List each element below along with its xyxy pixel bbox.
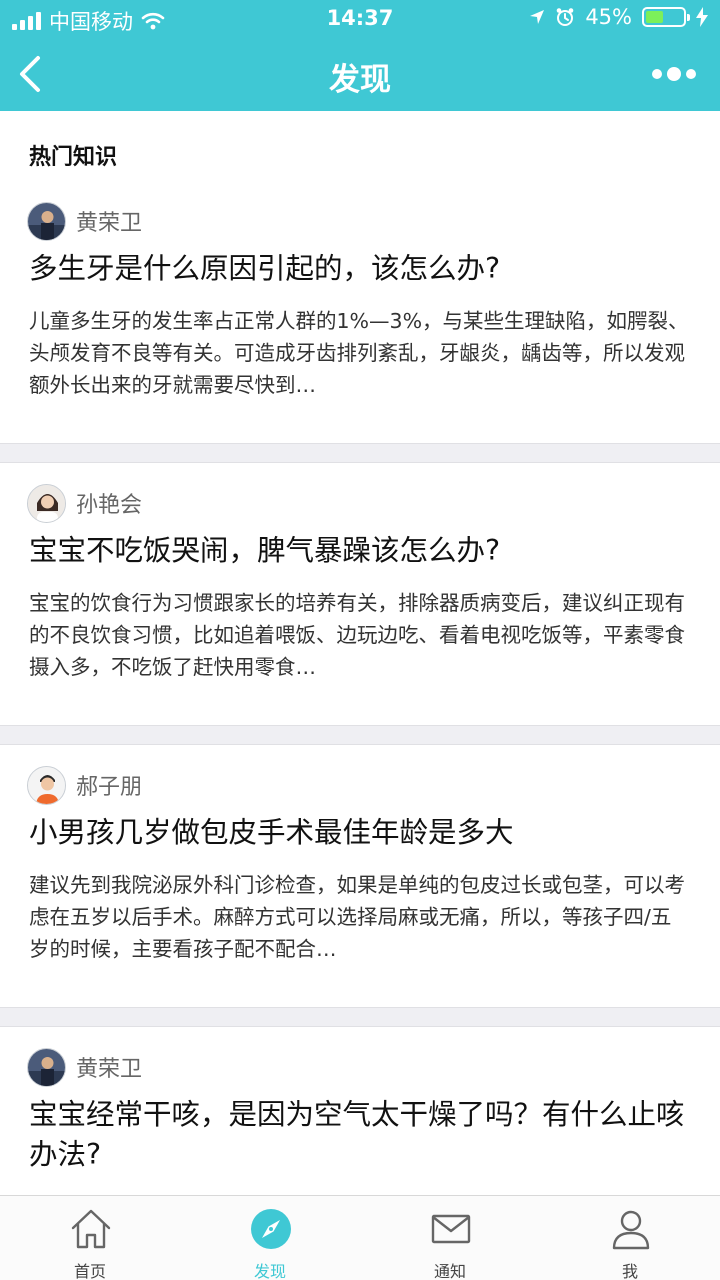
tab-label: 通知	[433, 1262, 466, 1280]
avatar[interactable]	[27, 1047, 66, 1087]
user-icon	[612, 1210, 650, 1250]
page-title: 发现	[329, 62, 391, 98]
article-title[interactable]: 多生牙是什么原因引起的，该怎么办?	[29, 249, 691, 289]
article-title[interactable]: 宝宝经常干咳，是因为空气太干燥了吗？有什么止咳办法?	[29, 1095, 691, 1175]
status-bar: 中国移动 14:37 45%	[0, 0, 720, 40]
author-row: 孙艳会	[27, 483, 142, 523]
tab-notifications[interactable]: 通知	[360, 1196, 540, 1280]
top-bar: 中国移动 14:37 45% 发现	[0, 0, 720, 111]
tab-label: 首页	[73, 1262, 106, 1280]
section-title: 热门知识	[29, 145, 118, 170]
avatar[interactable]	[27, 483, 66, 523]
article-excerpt: 宝宝的饮食行为习惯跟家长的培养有关，排除器质病变后，建议纠正现有的不良饮食习惯，…	[29, 591, 685, 679]
tab-discover[interactable]: 发现	[180, 1196, 360, 1280]
content-scroll[interactable]: 热门知识 黄荣卫 多生牙是什么原因引起的，该怎么办? 儿童多生牙的发生率占正常人…	[0, 111, 720, 1195]
author-name: 孙艳会	[76, 493, 143, 518]
author-name: 黄荣卫	[76, 1057, 143, 1082]
more-dot	[667, 67, 681, 81]
compass-icon	[251, 1209, 291, 1249]
article-excerpt: 建议先到我院泌尿外科门诊检查，如果是单纯的包皮过长或包茎，可以考虑在五岁以后手术…	[29, 873, 685, 961]
nav-bar: 发现	[0, 40, 720, 111]
location-arrow-icon	[530, 10, 545, 24]
alarm-icon	[557, 8, 574, 26]
article-card[interactable]: 孙艳会 宝宝不吃饭哭闹，脾气暴躁该怎么办? 宝宝的饮食行为习惯跟家长的培养有关，…	[0, 483, 720, 725]
article-title[interactable]: 小男孩几岁做包皮手术最佳年龄是多大	[29, 813, 691, 853]
card-divider	[0, 725, 720, 745]
article-card[interactable]: 黄荣卫 宝宝经常干咳，是因为空气太干燥了吗？有什么止咳办法?	[0, 1047, 720, 1195]
status-right: 45%	[529, 5, 708, 29]
home-icon	[71, 1209, 111, 1249]
author-row: 郝子朋	[27, 765, 142, 805]
more-dot	[686, 69, 696, 79]
more-button[interactable]	[652, 62, 698, 86]
charging-bolt-icon	[696, 7, 708, 27]
more-dot	[652, 69, 662, 79]
battery-icon	[642, 7, 690, 27]
avatar[interactable]	[27, 765, 66, 805]
article-excerpt: 儿童多生牙的发生率占正常人群的1%—3%，与某些生理缺陷，如腭裂、头颅发育不良等…	[29, 309, 689, 397]
tab-home[interactable]: 首页	[0, 1196, 180, 1280]
article-card[interactable]: 郝子朋 小男孩几岁做包皮手术最佳年龄是多大 建议先到我院泌尿外科门诊检查，如果是…	[0, 765, 720, 1007]
article-title[interactable]: 宝宝不吃饭哭闹，脾气暴躁该怎么办?	[29, 531, 691, 571]
tab-bar: 首页 发现 通知 我	[0, 1195, 720, 1280]
author-row: 黄荣卫	[27, 201, 142, 241]
avatar[interactable]	[27, 201, 66, 241]
article-card[interactable]: 黄荣卫 多生牙是什么原因引起的，该怎么办? 儿童多生牙的发生率占正常人群的1%—…	[0, 201, 720, 443]
card-divider	[0, 443, 720, 463]
author-row: 黄荣卫	[27, 1047, 142, 1087]
tab-me[interactable]: 我	[540, 1196, 720, 1280]
card-divider	[0, 1007, 720, 1027]
tab-label: 我	[621, 1262, 638, 1280]
tab-label: 发现	[253, 1262, 286, 1280]
battery-percent: 45%	[585, 5, 632, 29]
author-name: 郝子朋	[76, 775, 143, 800]
author-name: 黄荣卫	[76, 211, 143, 236]
mail-icon	[431, 1214, 471, 1244]
